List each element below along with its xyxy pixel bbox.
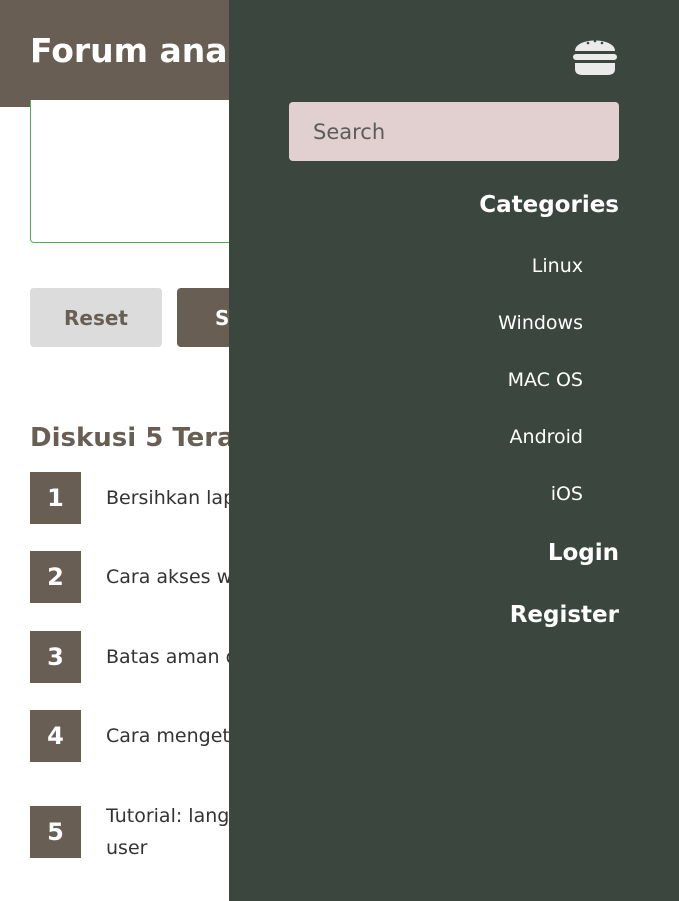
register-link[interactable]: Register [510, 602, 619, 628]
category-link-linux[interactable]: Linux [532, 255, 583, 277]
category-link-ios[interactable]: iOS [551, 483, 583, 505]
category-link-android[interactable]: Android [510, 426, 583, 448]
discussion-link-line: user [106, 837, 148, 859]
category-link-macos[interactable]: MAC OS [508, 369, 583, 391]
categories-heading[interactable]: Categories [479, 192, 619, 218]
login-link[interactable]: Login [548, 540, 619, 566]
search-input[interactable] [289, 102, 619, 161]
rank-badge: 1 [30, 472, 81, 524]
rank-badge: 5 [30, 806, 81, 858]
side-drawer: Categories Linux Windows MAC OS Android … [229, 0, 679, 901]
reset-button[interactable]: Reset [30, 288, 162, 347]
category-link-windows[interactable]: Windows [498, 312, 583, 334]
rank-badge: 2 [30, 551, 81, 603]
rank-badge: 4 [30, 710, 81, 762]
rank-badge: 3 [30, 631, 81, 683]
hamburger-icon[interactable] [571, 33, 619, 76]
